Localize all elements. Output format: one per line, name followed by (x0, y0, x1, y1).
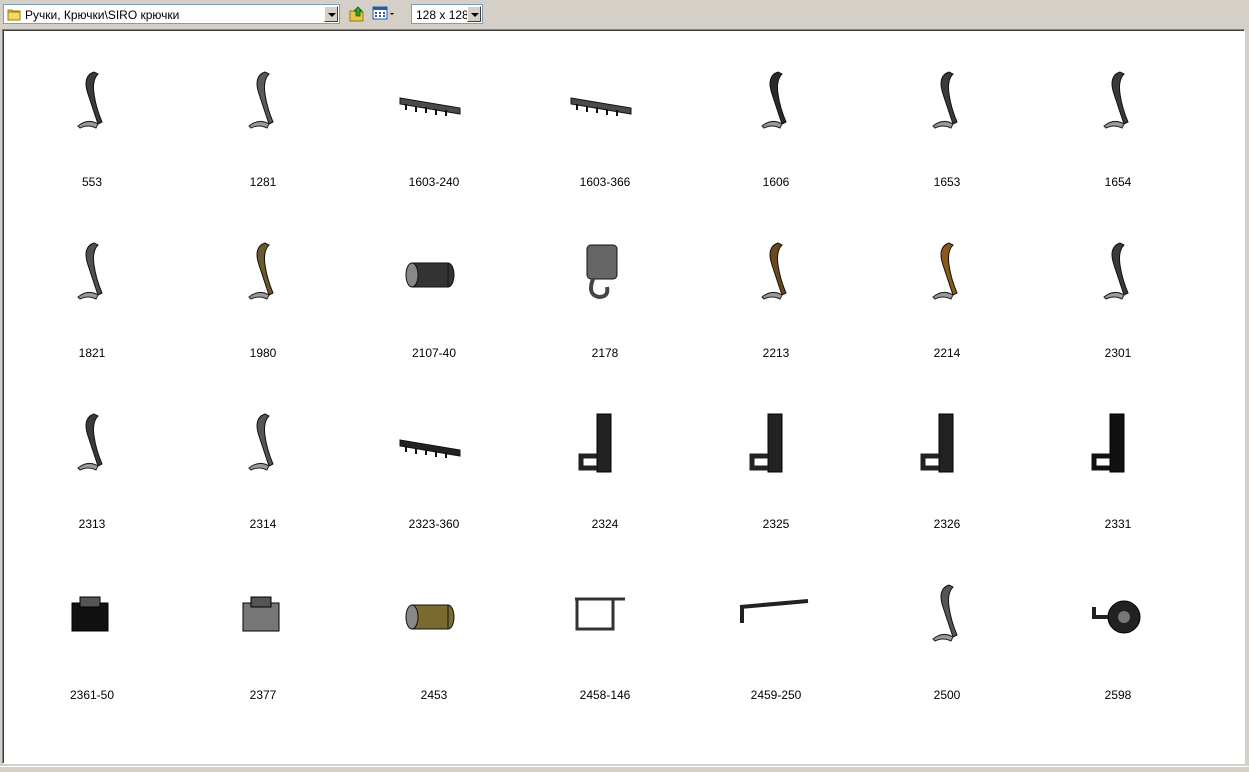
hook-icon (932, 71, 958, 129)
thumbnail-item[interactable]: 2326 (862, 378, 1012, 531)
square-hook-icon (586, 244, 618, 300)
thumbnail-item[interactable]: 2314 (178, 378, 328, 531)
hook-icon (77, 413, 103, 471)
rod-icon (739, 599, 809, 623)
rail-hook-icon (399, 439, 461, 458)
bottom-edge (0, 766, 1249, 772)
thumbnail-label: 1281 (249, 175, 277, 189)
thumbnail-item[interactable]: 1654 (1033, 36, 1183, 189)
thumbnail-item[interactable]: 553 (7, 36, 157, 189)
path-dropdown-button[interactable] (324, 6, 338, 22)
up-folder-icon[interactable] (348, 5, 366, 26)
hook-icon (77, 71, 103, 129)
thumbnail-label: 553 (81, 175, 103, 189)
thumbnail-label: 2377 (249, 688, 277, 702)
thumbnail-label: 2314 (249, 517, 277, 531)
hook-icon (932, 242, 958, 300)
thumbnail-label: 2178 (591, 346, 619, 360)
hook-icon (932, 584, 958, 642)
hook-icon (248, 71, 274, 129)
thumbnail-label: 1654 (1104, 175, 1132, 189)
thumbnail-label: 2313 (78, 517, 106, 531)
thumbnail-label: 2598 (1104, 688, 1132, 702)
thumbnail-item[interactable]: 1281 (178, 36, 328, 189)
thumbnail-label: 2361-50 (69, 688, 115, 702)
rail-hook-icon (570, 97, 632, 116)
hook-icon (248, 242, 274, 300)
thumbnail-label: 2453 (420, 688, 448, 702)
path-combobox[interactable]: Ручки, Крючки\SIRO крючки (3, 4, 340, 24)
bracket-hook-icon (578, 413, 612, 473)
thumbnail-label: 2325 (762, 517, 790, 531)
thumbnail-label: 2326 (933, 517, 961, 531)
cylinder-hook-icon (405, 604, 455, 630)
thumbnail-item[interactable]: 2458-146 (520, 549, 670, 702)
thumbnail-item[interactable]: 2301 (1033, 207, 1183, 360)
thumbnail-item[interactable]: 2598 (1033, 549, 1183, 702)
folder-icon (7, 8, 21, 24)
bracket-hook-icon (1091, 413, 1125, 473)
thumbnail-item[interactable]: 1653 (862, 36, 1012, 189)
thumbnail-item[interactable]: 1821 (7, 207, 157, 360)
cylinder-hook-icon (405, 262, 455, 288)
hook-icon (248, 413, 274, 471)
thumbnail-label: 1606 (762, 175, 790, 189)
thumbnail-item[interactable]: 2331 (1033, 378, 1183, 531)
thumbnail-size-value: 128 x 128 (416, 8, 469, 22)
thumbnail-label: 2323-360 (408, 517, 460, 531)
chevron-down-icon (328, 13, 336, 17)
bracket-hook-icon (749, 413, 783, 473)
thumbnail-label: 1821 (78, 346, 106, 360)
thumbnail-item[interactable]: 2178 (520, 207, 670, 360)
bracket-hook-icon (920, 413, 954, 473)
thumbnail-item[interactable]: 2324 (520, 378, 670, 531)
size-dropdown-button[interactable] (467, 6, 481, 22)
thumbnail-label: 1603-240 (408, 175, 460, 189)
thumbnail-label: 2107-40 (411, 346, 457, 360)
thumbnail-item[interactable]: 2453 (349, 549, 499, 702)
toolbar: Ручки, Крючки\SIRO крючки 128 x 128 (0, 0, 1249, 28)
thumbnail-panel[interactable]: 553 1281 1603-240 1603-366 1606 1653 1654 1821 1… (2, 29, 1245, 764)
thumbnail-item[interactable]: 2500 (862, 549, 1012, 702)
thumbnail-item[interactable]: 2107-40 (349, 207, 499, 360)
thumbnail-item[interactable]: 1603-366 (520, 36, 670, 189)
thumbnail-label: 2324 (591, 517, 619, 531)
chevron-down-icon (471, 13, 479, 17)
towel-rail-icon (575, 597, 625, 631)
thumbnail-item[interactable]: 1603-240 (349, 36, 499, 189)
thumbnail-label: 2301 (1104, 346, 1132, 360)
hook-icon (1103, 71, 1129, 129)
thumbnail-item[interactable]: 2377 (178, 549, 328, 702)
hook-icon (77, 242, 103, 300)
thumbnail-item[interactable]: 2325 (691, 378, 841, 531)
thumbnail-label: 2213 (762, 346, 790, 360)
clip-hook-icon (71, 596, 109, 632)
rail-hook-icon (399, 97, 461, 116)
thumbnail-item[interactable]: 2459-250 (691, 549, 841, 702)
thumbnail-item[interactable]: 1606 (691, 36, 841, 189)
thumbnail-label: 1980 (249, 346, 277, 360)
thumbnail-item[interactable]: 2214 (862, 207, 1012, 360)
path-value: Ручки, Крючки\SIRO крючки (25, 8, 180, 22)
clip-hook-icon (242, 596, 280, 632)
thumbnail-label: 1603-366 (579, 175, 631, 189)
thumbnail-item[interactable]: 1980 (178, 207, 328, 360)
view-mode-icon[interactable] (372, 5, 396, 26)
thumbnail-label: 1653 (933, 175, 961, 189)
hook-icon (761, 71, 787, 129)
hook-icon (761, 242, 787, 300)
thumbnail-label: 2459-250 (750, 688, 802, 702)
hook-icon (1103, 242, 1129, 300)
thumbnail-label: 2331 (1104, 517, 1132, 531)
thumbnail-size-combobox[interactable]: 128 x 128 (411, 4, 483, 24)
thumbnail-label: 2458-146 (579, 688, 631, 702)
thumbnail-item[interactable]: 2323-360 (349, 378, 499, 531)
thumbnail-item[interactable]: 2361-50 (7, 549, 157, 702)
thumbnail-label: 2214 (933, 346, 961, 360)
round-hook-icon (1092, 600, 1141, 634)
thumbnail-label: 2500 (933, 688, 961, 702)
thumbnail-item[interactable]: 2213 (691, 207, 841, 360)
thumbnail-item[interactable]: 2313 (7, 378, 157, 531)
